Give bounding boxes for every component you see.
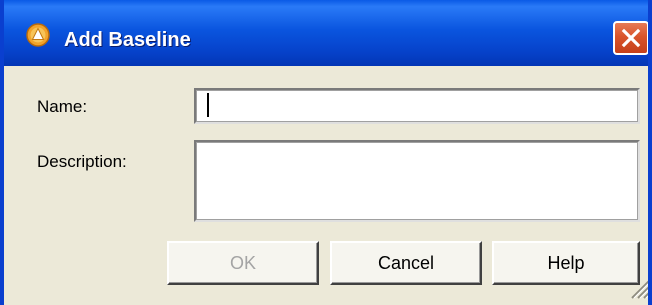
close-button[interactable] (613, 21, 648, 55)
description-textarea[interactable] (194, 140, 640, 222)
description-label: Description: (37, 152, 127, 171)
name-input[interactable] (194, 88, 640, 124)
close-icon (621, 28, 641, 48)
name-label: Name: (37, 97, 88, 116)
resize-grip-icon[interactable] (628, 277, 650, 299)
dialog-title: Add Baseline (64, 29, 191, 51)
ok-button[interactable]: OK (167, 241, 319, 285)
add-baseline-dialog: Add Baseline Name: Description: OK Cance… (0, 0, 652, 305)
title-bar[interactable]: Add Baseline (4, 0, 648, 66)
text-cursor (207, 93, 209, 117)
help-button[interactable]: Help (492, 241, 640, 285)
cancel-button[interactable]: Cancel (330, 241, 482, 285)
app-icon (26, 23, 50, 47)
